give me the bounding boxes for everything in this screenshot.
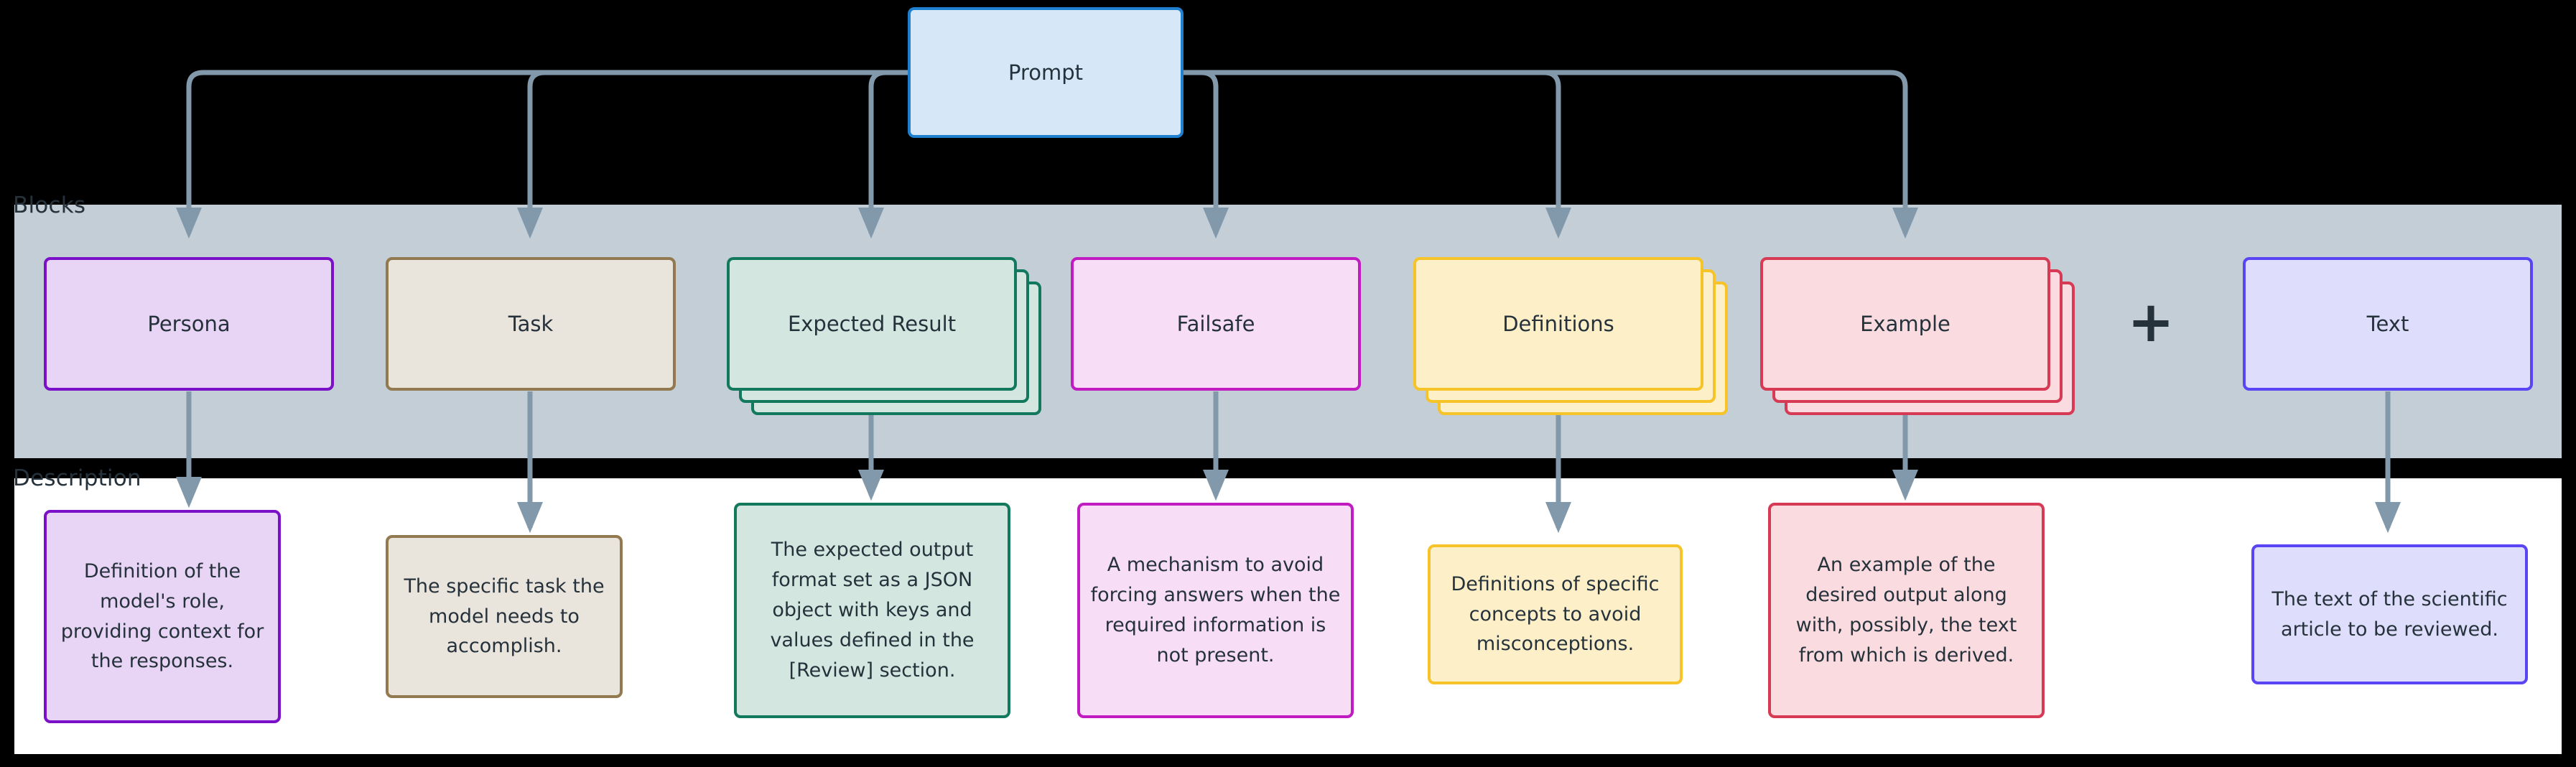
description-failsafe: A mechanism to avoid forcing answers whe… xyxy=(1077,503,1354,718)
node-text[interactable]: Text xyxy=(2243,257,2533,391)
node-definitions-label: Definitions xyxy=(1502,311,1614,336)
description-definitions-text: Definitions of specific concepts to avoi… xyxy=(1451,572,1660,656)
node-expected-result[interactable]: Expected Result xyxy=(727,257,1043,415)
node-expected-result-label: Expected Result xyxy=(787,311,957,336)
description-persona: Definition of the model's role, providin… xyxy=(44,510,281,723)
node-task[interactable]: Task xyxy=(386,257,676,391)
description-text: The text of the scientific article to be… xyxy=(2251,544,2528,684)
description-failsafe-text: A mechanism to avoid forcing answers whe… xyxy=(1090,554,1341,666)
stack-layer-front[interactable]: Definitions xyxy=(1413,257,1703,391)
description-text-text: The text of the scientific article to be… xyxy=(2272,587,2508,641)
node-failsafe[interactable]: Failsafe xyxy=(1071,257,1361,391)
node-failsafe-label: Failsafe xyxy=(1176,311,1255,336)
node-example[interactable]: Example xyxy=(1760,257,2076,415)
node-prompt[interactable]: Prompt xyxy=(908,7,1184,138)
plus-icon: + xyxy=(2127,290,2175,355)
node-persona[interactable]: Persona xyxy=(44,257,334,391)
node-persona-label: Persona xyxy=(147,311,231,336)
description-example: An example of the desired output along w… xyxy=(1768,503,2045,718)
node-definitions[interactable]: Definitions xyxy=(1413,257,1729,415)
stack-layer-front[interactable]: Example xyxy=(1760,257,2050,391)
node-prompt-label: Prompt xyxy=(1008,60,1084,85)
diagram-canvas: Blocks Description Prompt Persona Task E… xyxy=(0,0,2576,767)
description-expected-result: The expected output format set as a JSON… xyxy=(734,503,1010,718)
description-task-text: The specific task the model needs to acc… xyxy=(404,575,605,658)
lane-label-blocks: Blocks xyxy=(13,192,86,218)
lane-label-description: Description xyxy=(13,465,141,491)
description-example-text: An example of the desired output along w… xyxy=(1795,554,2017,666)
node-example-label: Example xyxy=(1860,311,1950,336)
stack-layer-front[interactable]: Expected Result xyxy=(727,257,1017,391)
description-expected-result-text: The expected output format set as a JSON… xyxy=(770,539,975,682)
description-task: The specific task the model needs to acc… xyxy=(386,535,623,698)
description-definitions: Definitions of specific concepts to avoi… xyxy=(1428,544,1683,684)
node-task-label: Task xyxy=(508,311,554,336)
description-persona-text: Definition of the model's role, providin… xyxy=(60,559,264,673)
node-text-label: Text xyxy=(2366,311,2409,336)
